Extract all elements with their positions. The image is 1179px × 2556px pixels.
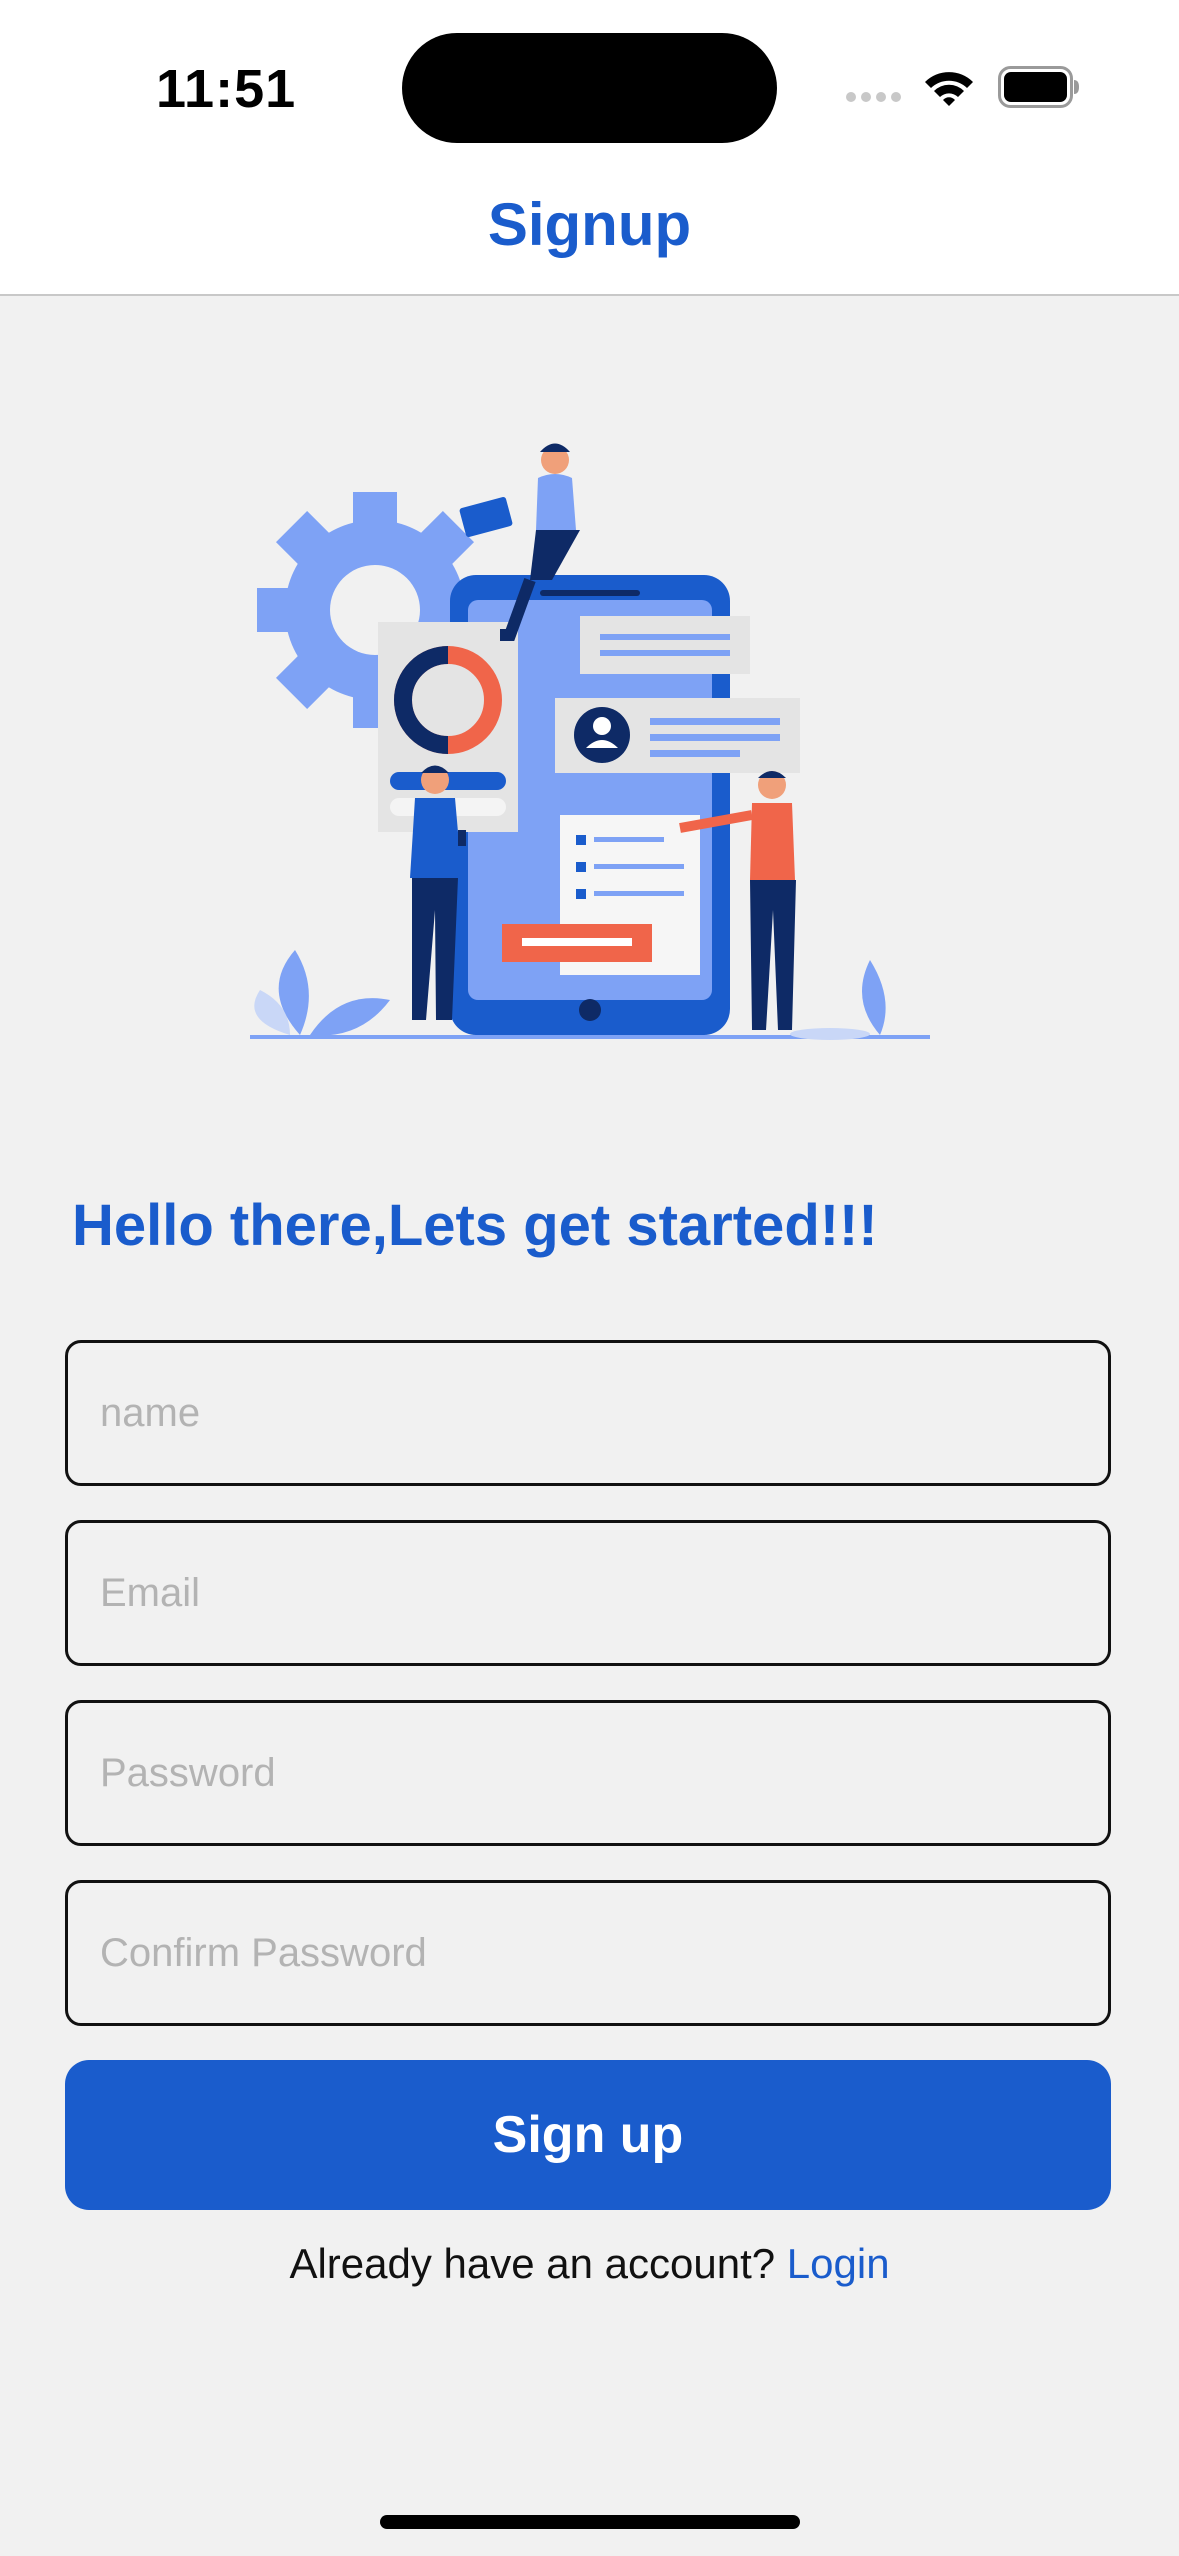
email-field[interactable]	[65, 1520, 1111, 1666]
confirm-password-field[interactable]	[65, 1880, 1111, 2026]
page-title: Signup	[487, 191, 692, 258]
name-input[interactable]	[68, 1343, 1108, 1483]
signup-button[interactable]: Sign up	[65, 2060, 1111, 2210]
status-time: 11:51	[156, 59, 297, 119]
signal-icon	[846, 92, 901, 102]
dynamic-island	[402, 33, 777, 143]
password-field[interactable]	[65, 1700, 1111, 1846]
greeting-heading: Hello there,Lets get started!!!	[72, 1193, 878, 1258]
signup-illustration	[250, 443, 930, 1040]
login-link[interactable]: Login	[787, 2240, 890, 2287]
email-input[interactable]	[68, 1523, 1108, 1663]
password-input[interactable]	[68, 1703, 1108, 1843]
login-prompt: Already have an account? Login	[0, 2240, 1179, 2288]
wifi-icon	[925, 72, 973, 106]
nav-bar: Signup	[0, 170, 1179, 296]
confirm-password-input[interactable]	[68, 1883, 1108, 2023]
home-indicator[interactable]	[380, 2515, 800, 2529]
name-field[interactable]	[65, 1340, 1111, 1486]
login-prompt-text: Already have an account?	[289, 2240, 787, 2287]
battery-icon	[998, 66, 1079, 108]
status-bar: 11:51	[0, 0, 1179, 170]
